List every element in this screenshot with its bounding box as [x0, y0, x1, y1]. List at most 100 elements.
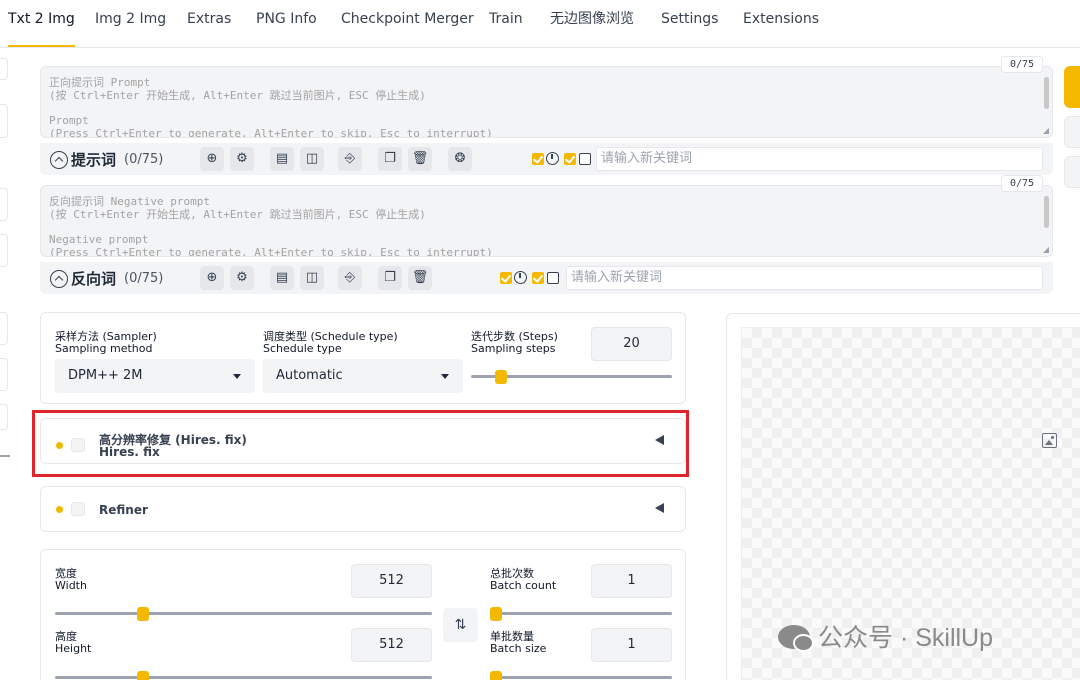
trash-icon[interactable]: 🗑 [408, 147, 432, 171]
tab-checkpoint-merger[interactable]: Checkpoint Merger [341, 0, 474, 48]
copy-icon[interactable]: ❐ [378, 147, 402, 171]
batch-count-slider-track[interactable] [490, 612, 672, 615]
positive-prompt-count: (0/75) [124, 152, 164, 167]
height-input[interactable]: 512 [351, 628, 432, 662]
prompt-placeholder-line: 正向提示词 Prompt [49, 76, 151, 89]
openai-icon[interactable]: ❂ [448, 147, 472, 171]
prompt-placeholder-line: Prompt [49, 114, 89, 127]
clock-icon [514, 271, 527, 284]
right-action-button[interactable] [1064, 116, 1080, 148]
chevron-down-icon [441, 374, 449, 379]
tab-img2img[interactable]: Img 2 Img [95, 0, 166, 48]
width-label-en: Width [55, 579, 87, 592]
resize-grip-icon[interactable]: ◢ [1043, 126, 1049, 135]
tab-txt2img[interactable]: Txt 2 Img [8, 0, 75, 48]
globe-icon[interactable]: ⊕ [200, 147, 224, 171]
positive-prompt-textarea[interactable]: 正向提示词 Prompt (按 Ctrl+Enter 开始生成, Alt+Ent… [40, 66, 1053, 138]
positive-keyword-input[interactable]: 请输入新关键词 [596, 147, 1043, 171]
left-panel-stub[interactable] [0, 404, 8, 430]
text-translate-icon[interactable]: ⎆ [338, 266, 362, 290]
batch-count-slider-thumb[interactable] [490, 607, 502, 621]
negative-prompt-count: (0/75) [124, 271, 164, 286]
schedule-value: Automatic [276, 368, 343, 383]
left-panel-stub[interactable] [0, 104, 8, 138]
history-icon[interactable]: ▤ [270, 147, 294, 171]
tab-png-info[interactable]: PNG Info [256, 0, 317, 48]
prompt-placeholder-line: (按 Ctrl+Enter 开始生成, Alt+Enter 跳过当前图片, ES… [49, 89, 426, 102]
left-panel-stub[interactable] [0, 234, 8, 267]
history-icon[interactable]: ▤ [270, 266, 294, 290]
schedule-dropdown[interactable]: Automatic [263, 359, 463, 393]
prompt-placeholder-line: (按 Ctrl+Enter 开始生成, Alt+Enter 跳过当前图片, ES… [49, 208, 426, 221]
steps-label-en: Sampling steps [471, 342, 556, 355]
batch-size-slider-track[interactable] [490, 676, 672, 679]
watermark: 公众号 · SkillUp [778, 618, 993, 654]
option-checkbox[interactable] [547, 272, 559, 284]
option-checkbox[interactable] [500, 272, 512, 284]
expand-triangle-icon[interactable] [655, 503, 664, 513]
positive-prompt-label: 提示词 [71, 151, 117, 169]
left-panel-stub[interactable] [0, 188, 8, 221]
batch-count-input[interactable]: 1 [591, 564, 672, 598]
negative-keyword-input[interactable]: 请输入新关键词 [566, 266, 1043, 290]
trash-icon[interactable]: 🗑 [408, 266, 432, 290]
right-action-button[interactable] [1064, 156, 1080, 188]
wechat-icon [778, 625, 814, 652]
gear-icon[interactable]: ⚙ [230, 266, 254, 290]
swap-dimensions-button[interactable]: ⇅ [443, 608, 478, 642]
width-slider-thumb[interactable] [137, 607, 149, 621]
resize-grip-icon[interactable]: ◢ [1043, 245, 1049, 254]
swap-arrows-icon: ⇅ [454, 617, 467, 633]
negative-prompt-label: 反向词 [71, 270, 117, 288]
refiner-accordion[interactable]: Refiner [40, 486, 686, 532]
generate-button[interactable] [1064, 66, 1080, 108]
bookmark-icon[interactable]: ◫ [300, 266, 324, 290]
watermark-text: 公众号 · SkillUp [818, 624, 994, 652]
sampler-dropdown[interactable]: DPM++ 2M [55, 359, 255, 393]
prompt-placeholder-line: 反向提示词 Negative prompt [49, 195, 210, 208]
left-panel-stub[interactable] [0, 312, 8, 345]
height-slider-track[interactable] [55, 676, 432, 679]
batch-size-label-en: Batch size [490, 642, 547, 655]
image-placeholder-icon [1042, 433, 1057, 448]
prompt-placeholder-line: (Press Ctrl+Enter to generate, Alt+Enter… [49, 246, 493, 257]
collapse-up-icon [50, 150, 68, 169]
tab-train[interactable]: Train [489, 0, 523, 48]
batch-size-slider-thumb[interactable] [490, 671, 502, 680]
positive-prompt-title[interactable]: 提示词 (0/75) [50, 149, 163, 170]
sampler-label-en: Sampling method [55, 342, 153, 355]
globe-icon[interactable]: ⊕ [200, 266, 224, 290]
textarea-scrollbar[interactable] [1044, 196, 1049, 228]
tab-extensions[interactable]: Extensions [743, 0, 819, 48]
prompt-placeholder-line: (Press Ctrl+Enter to generate, Alt+Enter… [49, 127, 493, 138]
copy-icon[interactable]: ❐ [378, 266, 402, 290]
option-checkbox[interactable] [579, 153, 591, 165]
option-checkbox[interactable] [532, 153, 544, 165]
negative-prompt-textarea[interactable]: 反向提示词 Negative prompt (按 Ctrl+Enter 开始生成… [40, 185, 1053, 257]
prompt-placeholder-line: Negative prompt [49, 233, 149, 246]
text-translate-icon[interactable]: ⎆ [338, 147, 362, 171]
steps-slider-thumb[interactable] [495, 370, 507, 384]
height-slider-thumb[interactable] [137, 671, 149, 680]
batch-count-label-en: Batch count [490, 579, 557, 592]
highlight-box [32, 410, 689, 477]
negative-prompt-title[interactable]: 反向词 (0/75) [50, 268, 163, 289]
tab-extras[interactable]: Extras [187, 0, 231, 48]
bookmark-icon[interactable]: ◫ [300, 147, 324, 171]
positive-prompt-toolbar: 提示词 (0/75) ⊕ ⚙ ▤ ◫ ⎆ ❐ 🗑 ❂ 请输入新关键词 [40, 143, 1053, 175]
tab-image-browser[interactable]: 无边图像浏览 [550, 0, 634, 48]
option-checkbox[interactable] [564, 153, 576, 165]
gear-icon[interactable]: ⚙ [230, 147, 254, 171]
width-slider-track[interactable] [55, 612, 432, 615]
option-checkbox[interactable] [532, 272, 544, 284]
refiner-checkbox[interactable] [71, 502, 85, 516]
left-panel-stub[interactable] [0, 358, 8, 391]
batch-size-input[interactable]: 1 [591, 628, 672, 662]
width-input[interactable]: 512 [351, 564, 432, 598]
tab-settings[interactable]: Settings [661, 0, 718, 48]
textarea-scrollbar[interactable] [1044, 77, 1049, 109]
left-panel-stub[interactable] [0, 58, 8, 80]
sampler-value: DPM++ 2M [68, 368, 143, 383]
clock-icon [546, 152, 559, 165]
steps-input[interactable]: 20 [591, 327, 672, 361]
